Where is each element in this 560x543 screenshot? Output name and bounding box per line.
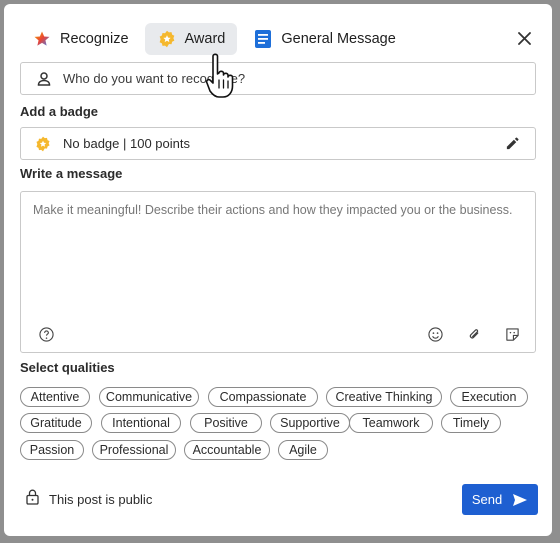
- quality-chip[interactable]: Timely: [441, 413, 501, 433]
- quality-chip[interactable]: Communicative: [99, 387, 199, 407]
- tab-general-message[interactable]: General Message: [241, 23, 407, 55]
- quality-chip[interactable]: Supportive: [270, 413, 350, 433]
- quality-chip[interactable]: Accountable: [184, 440, 270, 460]
- person-icon: [37, 71, 53, 87]
- hand-pointer-icon: [205, 53, 234, 98]
- tab-bar: Recognize Award General Message: [20, 22, 412, 56]
- tab-recognize-label: Recognize: [60, 31, 129, 47]
- attachment-icon[interactable]: [465, 325, 483, 343]
- help-icon[interactable]: [37, 325, 55, 343]
- tab-award-label: Award: [184, 31, 226, 47]
- send-arrow-icon: [512, 493, 528, 507]
- badge-value: No badge | 100 points: [63, 136, 190, 151]
- recipient-input[interactable]: Who do you want to recognize?: [20, 62, 536, 95]
- badge-selector[interactable]: No badge | 100 points: [20, 127, 536, 160]
- star-icon: [32, 29, 52, 49]
- recognition-modal: Recognize Award General Message Who do y…: [4, 4, 552, 536]
- quality-chip[interactable]: Professional: [92, 440, 176, 460]
- quality-chip[interactable]: Positive: [190, 413, 262, 433]
- document-icon: [253, 29, 273, 49]
- badge-section-label: Add a badge: [20, 104, 99, 119]
- sticker-icon[interactable]: [503, 325, 521, 343]
- send-button[interactable]: Send: [462, 484, 538, 515]
- award-badge-icon: [157, 29, 177, 49]
- message-textarea[interactable]: Make it meaningful! Describe their actio…: [20, 191, 536, 353]
- close-icon[interactable]: [512, 26, 536, 50]
- award-badge-icon: [35, 136, 51, 152]
- quality-chip[interactable]: Teamwork: [349, 413, 433, 433]
- quality-chip[interactable]: Attentive: [20, 387, 90, 407]
- send-label: Send: [471, 492, 503, 507]
- quality-chip[interactable]: Execution: [450, 387, 528, 407]
- message-placeholder: Make it meaningful! Describe their actio…: [33, 203, 513, 217]
- tab-recognize[interactable]: Recognize: [20, 23, 141, 55]
- pencil-icon[interactable]: [505, 136, 521, 152]
- quality-chip[interactable]: Gratitude: [20, 413, 92, 433]
- tab-award[interactable]: Award: [144, 23, 238, 55]
- privacy-indicator: This post is public: [26, 489, 152, 510]
- quality-chip[interactable]: Agile: [278, 440, 328, 460]
- lock-icon: [26, 489, 39, 510]
- quality-chip[interactable]: Intentional: [101, 413, 181, 433]
- quality-chip[interactable]: Passion: [20, 440, 84, 460]
- tab-general-message-label: General Message: [281, 31, 396, 47]
- message-section-label: Write a message: [20, 166, 123, 181]
- emoji-icon[interactable]: [426, 325, 444, 343]
- quality-chip[interactable]: Compassionate: [208, 387, 318, 407]
- qualities-label: Select qualities: [20, 360, 115, 375]
- quality-chip[interactable]: Creative Thinking: [326, 387, 442, 407]
- privacy-text: This post is public: [49, 492, 153, 507]
